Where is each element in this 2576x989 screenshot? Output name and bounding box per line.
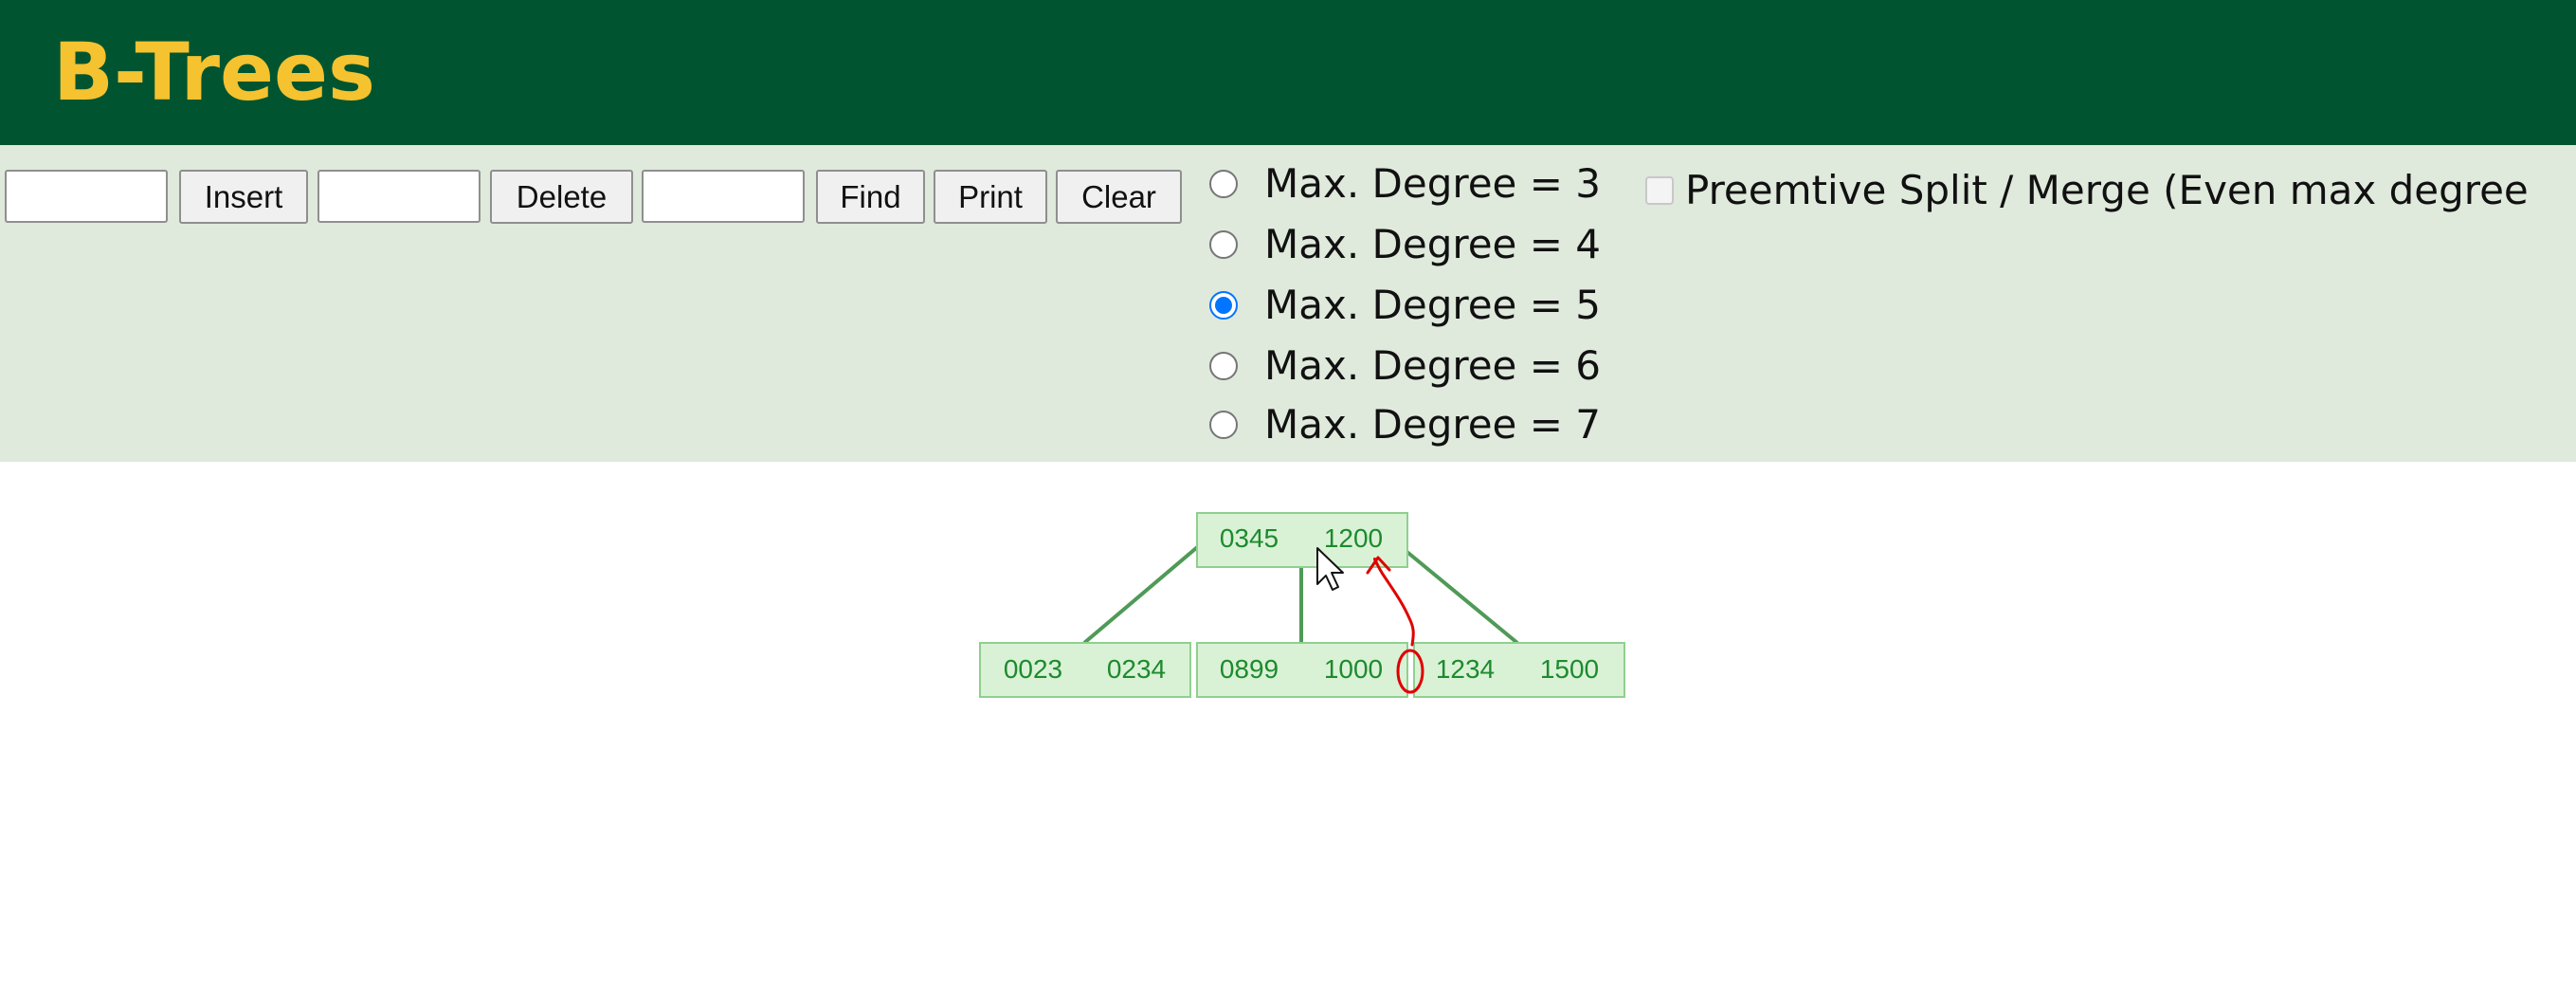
degree-option-6[interactable]: Max. Degree = 6: [1209, 342, 1645, 390]
degree-6-radio[interactable]: [1209, 352, 1238, 380]
degree-option-4[interactable]: Max. Degree = 4: [1209, 221, 1645, 268]
degree-5-label: Max. Degree = 5: [1264, 282, 1602, 328]
btree-diagram: 0345 1200 0023 0234 0899 1000 1234 1500: [979, 512, 1625, 698]
find-input[interactable]: [642, 170, 805, 223]
leaf-key: 1500: [1540, 654, 1599, 684]
root-key: 0345: [1220, 523, 1279, 553]
degree-option-5[interactable]: Max. Degree = 5: [1209, 282, 1645, 329]
degree-3-label: Max. Degree = 3: [1264, 160, 1602, 207]
delete-button[interactable]: Delete: [490, 170, 633, 224]
leaf-key: 1000: [1324, 654, 1383, 684]
degree-6-label: Max. Degree = 6: [1264, 342, 1602, 389]
degree-7-label: Max. Degree = 7: [1264, 401, 1602, 448]
annotation-arrow: [1372, 557, 1415, 647]
find-button[interactable]: Find: [816, 170, 925, 224]
root-key: 1200: [1324, 523, 1383, 553]
degree-option-7[interactable]: Max. Degree = 7: [1209, 401, 1645, 449]
insert-input[interactable]: [5, 170, 168, 223]
preemptive-split-checkbox[interactable]: [1645, 176, 1674, 205]
tree-edge-left: [1082, 537, 1209, 645]
header-bar: B-Trees: [0, 0, 2576, 145]
print-button[interactable]: Print: [934, 170, 1047, 224]
degree-7-radio[interactable]: [1209, 411, 1238, 439]
leaf-key: 0234: [1107, 654, 1166, 684]
degree-4-label: Max. Degree = 4: [1264, 221, 1602, 267]
insert-button[interactable]: Insert: [179, 170, 308, 224]
clear-button[interactable]: Clear: [1056, 170, 1182, 224]
degree-4-radio[interactable]: [1209, 230, 1238, 259]
page-title: B-Trees: [53, 26, 375, 119]
preemptive-split-label: Preemtive Split / Merge (Even max degree: [1685, 167, 2529, 213]
leaf-key: 0899: [1220, 654, 1279, 684]
degree-option-3[interactable]: Max. Degree = 3: [1209, 160, 1645, 208]
degree-5-radio[interactable]: [1209, 291, 1238, 320]
delete-input[interactable]: [317, 170, 481, 223]
leaf-key: 0023: [1004, 654, 1062, 684]
degree-3-radio[interactable]: [1209, 170, 1238, 198]
leaf-key: 1234: [1436, 654, 1495, 684]
